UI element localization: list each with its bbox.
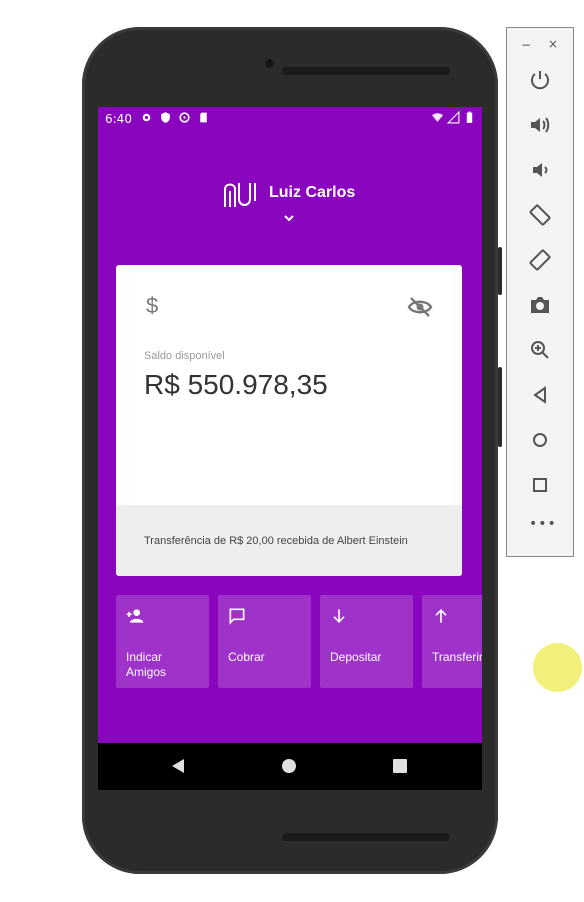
shortcuts-row: Indicar Amigos Cobrar Depositar Transfer… xyxy=(116,595,482,688)
nubank-logo-icon xyxy=(224,183,256,207)
touch-indicator xyxy=(533,643,582,692)
shortcut-label: Depositar xyxy=(330,650,382,664)
home-icon[interactable] xyxy=(282,759,296,773)
sd-card-icon xyxy=(200,112,207,123)
status-time: 6:40 xyxy=(105,112,132,126)
camera-icon[interactable] xyxy=(528,293,552,317)
dollar-icon: $ xyxy=(146,293,159,318)
bottom-speaker xyxy=(282,833,450,841)
data-saver-icon xyxy=(179,112,190,123)
settings-icon xyxy=(142,113,151,122)
power-icon[interactable] xyxy=(528,68,552,92)
front-camera xyxy=(265,59,274,68)
eye-off-icon[interactable] xyxy=(407,296,433,318)
shortcut-label: Indicar Amigos xyxy=(126,650,167,679)
shortcut-cobrar[interactable]: Cobrar xyxy=(218,595,311,688)
system-nav-bar xyxy=(98,743,482,790)
last-transaction-bar[interactable]: Transferência de R$ 20,00 recebida de Al… xyxy=(116,505,462,576)
recent-apps-icon[interactable] xyxy=(393,759,407,773)
emulator-toolbar: − × ••• xyxy=(506,27,574,557)
overview-icon[interactable] xyxy=(528,473,552,497)
rotate-right-icon[interactable] xyxy=(528,248,552,272)
last-transaction-text: Transferência de R$ 20,00 recebida de Al… xyxy=(144,535,408,547)
shortcut-indicar-amigos[interactable]: Indicar Amigos xyxy=(116,595,209,688)
person-add-icon xyxy=(126,609,144,623)
app-screen: 6:40 Luiz Carlos $ Saldo disponível R$ 5… xyxy=(98,107,482,790)
balance-value: R$ 550.978,35 xyxy=(144,369,328,400)
shortcut-label: Cobrar xyxy=(228,650,265,664)
volume-up-icon[interactable] xyxy=(528,113,552,137)
status-bar: 6:40 xyxy=(98,107,482,131)
user-name: Luiz Carlos xyxy=(269,184,356,201)
account-header[interactable]: Luiz Carlos xyxy=(98,177,482,237)
volume-down-icon[interactable] xyxy=(528,158,552,182)
account-card[interactable]: $ Saldo disponível R$ 550.978,35 Transfe… xyxy=(116,265,462,576)
battery-icon xyxy=(466,111,473,123)
home-icon[interactable] xyxy=(528,428,552,452)
chevron-down-icon[interactable] xyxy=(282,213,296,223)
arrow-down-icon xyxy=(333,609,345,624)
shortcut-transferir[interactable]: Transferir xyxy=(422,595,482,688)
volume-button[interactable] xyxy=(498,247,502,295)
rotate-left-icon[interactable] xyxy=(528,203,552,227)
shortcut-label: Transferir xyxy=(432,650,482,664)
signal-icon xyxy=(447,111,460,124)
minimize-button[interactable]: − xyxy=(521,38,531,52)
balance-label: Saldo disponível xyxy=(144,350,225,362)
more-options-icon[interactable]: ••• xyxy=(529,516,557,532)
top-speaker xyxy=(282,67,450,75)
shortcut-depositar[interactable]: Depositar xyxy=(320,595,413,688)
chat-icon xyxy=(229,608,245,625)
back-icon[interactable] xyxy=(170,758,186,774)
wifi-icon xyxy=(432,113,443,122)
close-button[interactable]: × xyxy=(548,37,558,51)
back-icon[interactable] xyxy=(528,383,552,407)
arrow-up-icon xyxy=(435,608,447,623)
power-button[interactable] xyxy=(498,367,502,447)
zoom-icon[interactable] xyxy=(528,338,552,362)
shield-icon xyxy=(161,112,170,123)
